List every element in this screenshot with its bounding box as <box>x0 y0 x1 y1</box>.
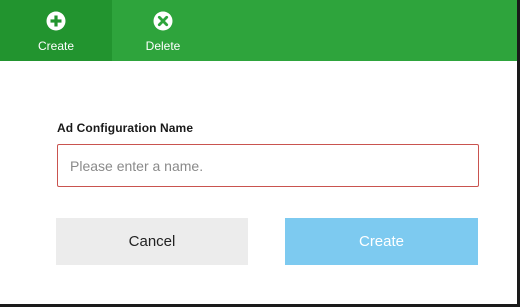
cancel-button[interactable]: Cancel <box>56 218 248 265</box>
create-toolbar-button[interactable]: Create <box>0 0 112 61</box>
ad-configuration-name-label: Ad Configuration Name <box>57 121 194 135</box>
toolbar: Create Delete <box>0 0 517 61</box>
ad-configuration-dialog: Create Delete Ad Configuration Name Canc… <box>0 0 520 307</box>
ad-configuration-name-input[interactable] <box>57 144 479 187</box>
x-circle-icon <box>153 11 173 31</box>
create-button[interactable]: Create <box>285 218 478 265</box>
delete-toolbar-button[interactable]: Delete <box>112 0 214 61</box>
delete-toolbar-label: Delete <box>145 39 181 53</box>
plus-circle-icon <box>46 11 66 31</box>
create-toolbar-label: Create <box>37 39 75 53</box>
